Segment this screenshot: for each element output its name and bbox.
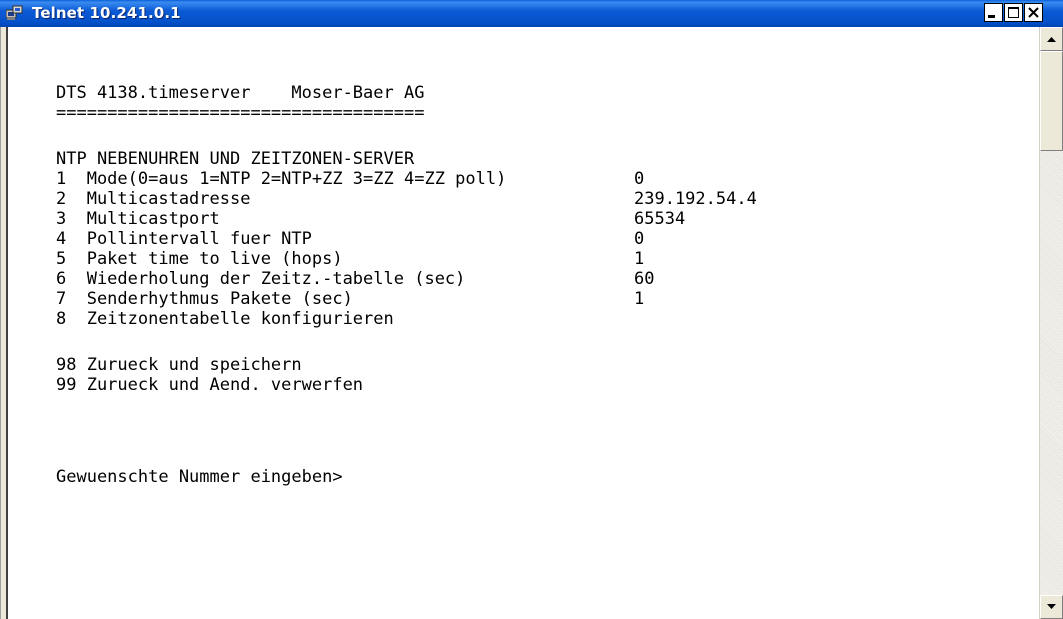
- maximize-icon: [1008, 7, 1019, 18]
- scroll-up-button[interactable]: [1040, 27, 1063, 51]
- menu-option-label: 7 Senderhythmus Pakete (sec): [56, 289, 353, 309]
- discard-option: 99 Zurueck und Aend. verwerfen: [56, 375, 364, 395]
- menu-option-label: 6 Wiederholung der Zeitz.-tabelle (sec): [56, 269, 466, 289]
- menu-option-label: 1 Mode(0=aus 1=NTP 2=NTP+ZZ 3=ZZ 4=ZZ po…: [56, 169, 507, 189]
- menu-section-title: NTP NEBENUHREN UND ZEITZONEN-SERVER: [56, 149, 415, 169]
- window-title: Telnet 10.241.0.1: [32, 4, 181, 22]
- menu-option-value: 65534: [634, 209, 686, 229]
- menu-option-value: 0: [634, 169, 645, 189]
- vertical-scrollbar[interactable]: [1039, 27, 1063, 619]
- maximize-button[interactable]: [1004, 3, 1023, 22]
- menu-option-label: 5 Paket time to live (hops): [56, 249, 343, 269]
- scroll-down-button[interactable]: [1040, 595, 1063, 619]
- terminal-separator: ====================================: [56, 103, 425, 123]
- menu-option-value: 1: [634, 249, 645, 269]
- menu-option-value: 60: [634, 269, 655, 289]
- menu-option-label: 2 Multicastadresse: [56, 189, 251, 209]
- close-button[interactable]: [1024, 3, 1043, 22]
- menu-option-value: 1: [634, 289, 645, 309]
- scrollbar-thumb[interactable]: [1040, 51, 1063, 151]
- menu-option-label: 3 Multicastport: [56, 209, 220, 229]
- title-bar[interactable]: Telnet 10.241.0.1: [0, 0, 1063, 27]
- menu-option-value: 0: [634, 229, 645, 249]
- arrow-down-icon: [1047, 604, 1056, 609]
- minimize-icon: [988, 15, 995, 18]
- save-option: 98 Zurueck und speichern: [56, 355, 302, 375]
- telnet-window: Telnet 10.241.0.1 DTS 4138.timeserver Mo…: [0, 0, 1063, 619]
- input-prompt[interactable]: Gewuenschte Nummer eingeben>: [56, 467, 343, 487]
- arrow-up-icon: [1047, 37, 1056, 42]
- telnet-icon[interactable]: [5, 5, 23, 21]
- terminal-header: DTS 4138.timeserver Moser-Baer AG: [56, 83, 425, 103]
- terminal-area[interactable]: DTS 4138.timeserver Moser-Baer AG ======…: [6, 27, 1039, 619]
- minimize-button[interactable]: [984, 3, 1003, 22]
- menu-option-label: 8 Zeitzonentabelle konfigurieren: [56, 309, 394, 329]
- menu-option-value: 239.192.54.4: [634, 189, 757, 209]
- close-icon: [1028, 7, 1039, 18]
- menu-option-label: 4 Pollintervall fuer NTP: [56, 229, 312, 249]
